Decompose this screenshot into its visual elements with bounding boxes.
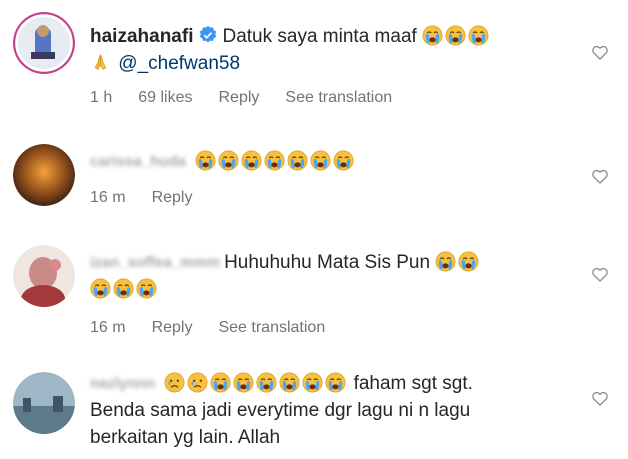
comment-meta: 16 m Reply (90, 187, 580, 209)
crying-face-emoji (435, 251, 457, 272)
avatar[interactable] (13, 372, 75, 434)
crying-face-emoji (287, 150, 308, 171)
likes-count[interactable]: 69 likes (138, 87, 192, 109)
see-translation-button[interactable]: See translation (285, 87, 392, 109)
see-translation-button[interactable]: See translation (218, 317, 325, 339)
crying-face-emoji (458, 251, 480, 272)
comment-text-line3: berkaitan yg lain. Allah (90, 427, 281, 449)
crying-face-emoji (422, 25, 443, 46)
comment-text-line2: @_chefwan58 (90, 50, 580, 77)
timestamp: 16 m (90, 319, 126, 337)
comment-text-line2: Benda sama jadi everytime dgr lagu ni n … (90, 400, 471, 422)
comment-meta: 1 h 69 likes Reply See translation (90, 87, 580, 109)
comment-item: haizahanafi Datuk saya minta maaf @_chefw… (0, 0, 628, 125)
reply-button[interactable]: Reply (152, 317, 193, 339)
crying-face-emoji (256, 372, 278, 393)
username[interactable]: izan_soffea_mmm (90, 249, 220, 276)
heart-outline-icon[interactable] (590, 42, 610, 62)
reply-button[interactable]: Reply (219, 87, 260, 109)
avatar[interactable] (13, 12, 75, 74)
comment-text: nazlynnn faham sgt sgt. (90, 370, 580, 397)
crying-face-emoji (233, 372, 255, 393)
reply-button[interactable]: Reply (152, 187, 193, 209)
crying-face-emoji (445, 25, 466, 46)
avatar[interactable] (13, 144, 75, 206)
comment-body: Huhuhuhu Mata Sis Pun (224, 252, 431, 273)
crying-face-emoji (113, 278, 134, 300)
comment-item: izan_soffea_mmm Huhuhuhu Mata Sis Pun 16 … (0, 235, 628, 345)
mention-link[interactable]: @_chefwan58 (118, 53, 240, 74)
comment-body: Datuk saya minta maaf (222, 26, 417, 47)
crying-face-emoji (241, 150, 262, 171)
crying-face-emoji (468, 25, 489, 46)
comment-text-line2 (90, 276, 580, 303)
crying-face-emoji (302, 372, 324, 393)
comment-meta: 16 m Reply See translation (90, 317, 580, 339)
crying-face-emoji (279, 372, 301, 393)
comment-text: carissa_huda (90, 148, 580, 175)
heart-outline-icon[interactable] (590, 388, 610, 408)
folded-hands-emoji (94, 54, 107, 70)
timestamp: 16 m (90, 189, 126, 207)
comment-text: haizahanafi Datuk saya minta maaf (90, 23, 580, 50)
heart-outline-icon[interactable] (590, 264, 610, 284)
crying-face-emoji (310, 150, 331, 171)
username[interactable]: haizahanafi (90, 26, 193, 47)
sad-face-emoji (187, 372, 209, 393)
avatar[interactable] (13, 245, 75, 307)
crying-face-emoji (333, 150, 354, 171)
sad-face-emoji (164, 372, 186, 393)
crying-face-emoji (195, 150, 216, 171)
crying-face-emoji (210, 372, 232, 393)
verified-badge-icon (200, 25, 217, 43)
timestamp: 1 h (90, 89, 113, 106)
crying-face-emoji (90, 278, 111, 300)
crying-face-emoji (136, 278, 157, 300)
heart-outline-icon[interactable] (590, 166, 610, 186)
crying-face-emoji (264, 150, 285, 171)
comment-item: nazlynnn faham sgt sgt. Benda sama jadi … (0, 360, 628, 459)
crying-face-emoji (218, 150, 239, 171)
comment-text: izan_soffea_mmm Huhuhuhu Mata Sis Pun (90, 249, 580, 276)
crying-face-emoji (325, 372, 347, 393)
comment-body: faham sgt sgt. (353, 373, 473, 394)
username[interactable]: carissa_huda (90, 148, 186, 175)
username[interactable]: nazlynnn (90, 370, 155, 397)
comment-item: carissa_huda 16 m Reply (0, 130, 628, 225)
